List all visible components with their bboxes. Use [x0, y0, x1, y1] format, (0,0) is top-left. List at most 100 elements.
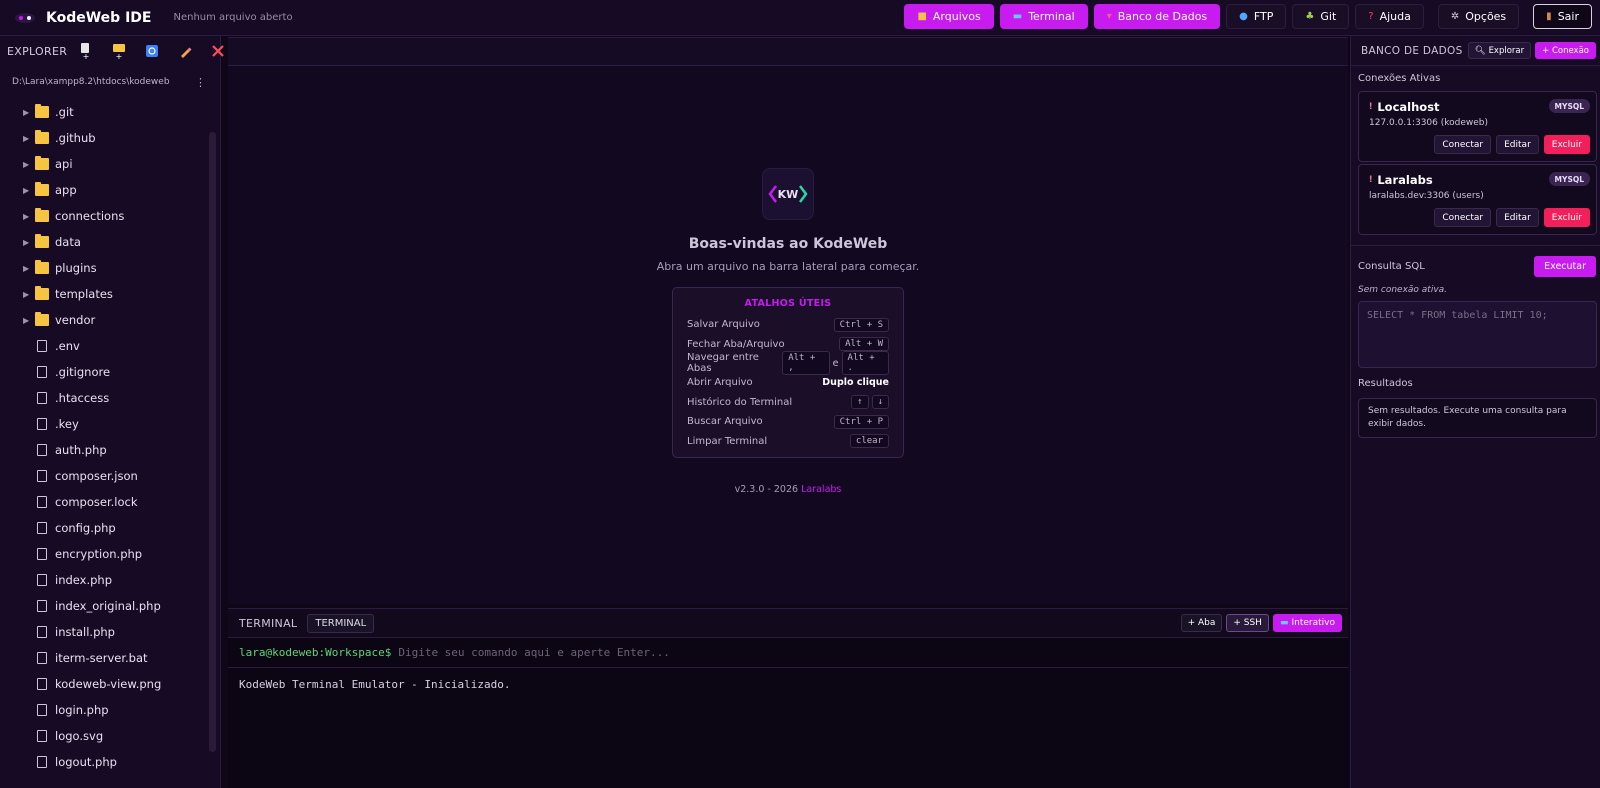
tree-file[interactable]: install.php: [0, 619, 206, 645]
tree-file[interactable]: index_original.php: [0, 593, 206, 619]
shortcut-key: ↓: [871, 395, 889, 410]
folder-icon: [35, 260, 49, 274]
tree-file[interactable]: logo.svg: [0, 723, 206, 749]
results-label: Resultados: [1358, 378, 1413, 389]
tree-label: auth.php: [55, 443, 107, 457]
tree-folder[interactable]: ▶ .github: [0, 125, 206, 151]
tree-file[interactable]: composer.lock: [0, 489, 206, 515]
terminal-input-row[interactable]: lara@kodeweb:Workspace$ Digite seu coman…: [228, 638, 1348, 668]
refresh-icon[interactable]: [143, 41, 161, 61]
new-file-icon[interactable]: +: [77, 41, 95, 61]
tree-file[interactable]: config.php: [0, 515, 206, 541]
tree-file[interactable]: logout.php: [0, 749, 206, 775]
rename-icon[interactable]: [176, 41, 194, 61]
tree-folder[interactable]: ▶ .git: [0, 99, 206, 125]
shortcut-row: Abrir Arquivo Duplo clique: [687, 373, 889, 392]
new-tab-button[interactable]: + Aba: [1180, 614, 1223, 632]
nav-opcoes-button[interactable]: ✲ Opções: [1437, 4, 1520, 29]
shortcut-key: Alt + .: [841, 351, 889, 376]
nav-banco-button[interactable]: ▾ Banco de Dados: [1093, 4, 1221, 29]
explorer-scrollbar[interactable]: [209, 132, 216, 752]
terminal-title: TERMINAL: [239, 616, 298, 630]
sql-header: Consulta SQL Executar: [1351, 256, 1600, 277]
tree-folder[interactable]: ▶ connections: [0, 203, 206, 229]
tree-file[interactable]: kodeweb-view.png: [0, 671, 206, 697]
connect-button[interactable]: Conectar: [1434, 208, 1492, 227]
ssh-button[interactable]: + SSH: [1226, 614, 1269, 632]
new-folder-icon[interactable]: +: [110, 41, 128, 61]
edit-button[interactable]: Editar: [1496, 208, 1539, 227]
tree-folder[interactable]: ▶ plugins: [0, 255, 206, 281]
app-title: KodeWeb IDE: [46, 9, 152, 26]
tree-label: connections: [55, 209, 125, 223]
delete-button[interactable]: Excluir: [1543, 208, 1590, 227]
pin-icon: ǃ: [1369, 175, 1373, 185]
tree-file[interactable]: composer.json: [0, 463, 206, 489]
terminal-input[interactable]: Digite seu comando aqui e aperte Enter..…: [398, 646, 670, 659]
folder-icon: [35, 182, 49, 196]
pin-icon: ǃ: [1369, 102, 1373, 112]
file-icon: [37, 626, 47, 638]
tree-file[interactable]: login.php: [0, 697, 206, 723]
shortcut-keys: Ctrl + P: [833, 414, 889, 429]
terminal-tab[interactable]: TERMINAL: [307, 613, 375, 633]
nav-ajuda-button[interactable]: ? Ajuda: [1355, 4, 1424, 29]
logout-button[interactable]: ▮ Sair: [1533, 4, 1592, 29]
delete-button[interactable]: Excluir: [1543, 135, 1590, 154]
tree-file[interactable]: .key: [0, 411, 206, 437]
explore-button[interactable]: 🔍︎ Explorar: [1467, 42, 1532, 59]
results-box: Sem resultados. Execute uma consulta par…: [1358, 398, 1597, 438]
nav-ftp-button[interactable]: ● FTP: [1226, 4, 1287, 29]
new-connection-button[interactable]: + Conexão: [1535, 42, 1596, 59]
tree-folder[interactable]: ▶ app: [0, 177, 206, 203]
tree-label: index.php: [55, 573, 113, 587]
tree-folder[interactable]: ▶ api: [0, 151, 206, 177]
explorer-actions: + +: [77, 41, 227, 61]
tree-label: index_original.php: [55, 599, 161, 613]
tree-file[interactable]: .gitignore: [0, 359, 206, 385]
chevron-right-icon: ▶: [23, 185, 30, 195]
shortcut-text: Duplo clique: [822, 377, 889, 389]
file-icon: [37, 730, 47, 742]
tree-file[interactable]: .env: [0, 333, 206, 359]
nav-terminal-button[interactable]: ▬ Terminal: [999, 4, 1088, 29]
shortcut-label: Abrir Arquivo: [687, 377, 753, 389]
delete-icon[interactable]: [209, 41, 227, 61]
file-icon: [37, 704, 47, 716]
tree-label: encryption.php: [55, 547, 143, 561]
edit-button[interactable]: Editar: [1496, 135, 1539, 154]
interactive-button[interactable]: ▬ Interativo: [1272, 614, 1342, 632]
shortcut-key: Alt + ,: [782, 351, 830, 376]
tree-folder[interactable]: ▶ data: [0, 229, 206, 255]
sql-input[interactable]: SELECT * FROM tabela LIMIT 10;: [1358, 301, 1597, 368]
tree-file[interactable]: index.php: [0, 567, 206, 593]
file-icon: [37, 522, 47, 534]
chevron-right-icon: ▶: [23, 237, 30, 247]
tree-folder[interactable]: ▶ vendor: [0, 307, 206, 333]
explorer-sidebar: EXPLORER + + D:\Lara\xampp8.2\htdocs\kod…: [0, 36, 224, 788]
tree-file[interactable]: iterm-server.bat: [0, 645, 206, 671]
connection-name: Laralabs: [1377, 173, 1433, 187]
execute-button[interactable]: Executar: [1534, 256, 1596, 277]
more-options-icon[interactable]: ⋮: [195, 76, 206, 89]
tree-label: .env: [55, 339, 80, 353]
tree-folder[interactable]: ▶ templates: [0, 281, 206, 307]
file-tree: ▶ .git ▶ .github ▶ api ▶ app ▶ connections ▶ data ▶ p…: [0, 99, 206, 788]
tree-file[interactable]: .htaccess: [0, 385, 206, 411]
tree-file[interactable]: encryption.php: [0, 541, 206, 567]
nav-git-button[interactable]: ♣ Git: [1292, 4, 1350, 29]
folder-icon: [35, 312, 49, 326]
brand-link[interactable]: Laralabs: [801, 484, 841, 495]
shortcut-keys: clear: [849, 434, 889, 449]
main-nav: ■ Arquivos ▬ Terminal ▾ Banco de Dados ● FTP…: [904, 4, 1592, 29]
folder-icon: [35, 208, 49, 222]
shortcuts-title: ATALHOS ÚTEIS: [744, 298, 832, 309]
tree-label: iterm-server.bat: [55, 651, 148, 665]
globe-icon: ●: [1239, 11, 1248, 22]
nav-arquivos-button[interactable]: ■ Arquivos: [904, 4, 994, 29]
chevron-right-icon: ▶: [23, 211, 30, 221]
no-connection-text: Sem conexão ativa.: [1358, 285, 1448, 295]
file-icon: [37, 496, 47, 508]
connect-button[interactable]: Conectar: [1434, 135, 1492, 154]
tree-file[interactable]: auth.php: [0, 437, 206, 463]
